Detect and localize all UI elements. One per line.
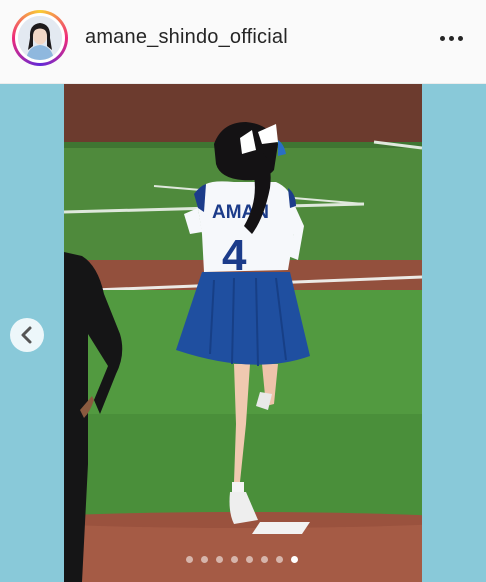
post-header: amane_shindo_official <box>0 0 486 84</box>
chevron-left-icon[interactable] <box>10 318 44 352</box>
jersey-number: 4 <box>222 231 247 280</box>
baseball-field-image: AMAN 4 <box>64 84 422 582</box>
avatar-border <box>15 13 65 63</box>
chevron-left-glyph <box>21 326 32 344</box>
carousel-dot[interactable] <box>261 556 268 563</box>
more-horizontal-icon[interactable] <box>436 26 468 50</box>
story-ring[interactable] <box>12 10 68 66</box>
carousel-dot[interactable] <box>276 556 283 563</box>
avatar-image <box>18 16 62 60</box>
post-media: AMAN 4 <box>0 84 486 582</box>
carousel-dot[interactable] <box>216 556 223 563</box>
post-photo[interactable]: AMAN 4 <box>64 84 422 582</box>
carousel-dot-active[interactable] <box>291 556 298 563</box>
username[interactable]: amane_shindo_official <box>85 26 288 49</box>
carousel-dot[interactable] <box>201 556 208 563</box>
carousel-dot[interactable] <box>231 556 238 563</box>
carousel-dot[interactable] <box>246 556 253 563</box>
avatar[interactable] <box>18 16 62 60</box>
carousel-dot[interactable] <box>186 556 193 563</box>
